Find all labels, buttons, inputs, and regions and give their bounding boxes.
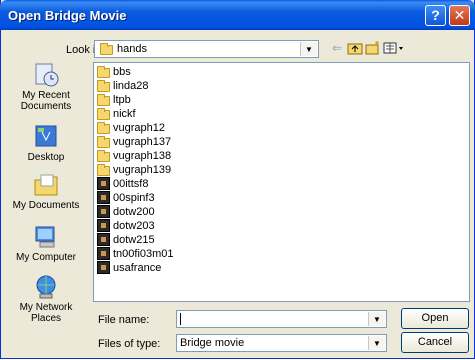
file-type-value: Bridge movie (180, 337, 245, 349)
folder-icon (97, 94, 110, 106)
movie-file-icon (97, 247, 110, 260)
place-label: My Network Places (19, 302, 73, 324)
text-cursor (180, 313, 181, 325)
folder-icon (97, 164, 110, 176)
place-my-network-places[interactable]: My Network Places (5, 274, 87, 324)
movie-file-icon (97, 177, 110, 190)
file-type-dropdown[interactable]: Bridge movie ▼ (176, 334, 387, 352)
views-menu-icon[interactable] (383, 40, 405, 56)
close-button[interactable]: ✕ (449, 5, 470, 26)
my-documents-icon (32, 172, 60, 198)
place-my-recent-documents[interactable]: My Recent Documents (5, 62, 87, 112)
new-folder-icon[interactable] (365, 40, 381, 56)
place-my-documents[interactable]: My Documents (5, 172, 87, 211)
place-desktop[interactable]: Desktop (5, 124, 87, 163)
help-button[interactable]: ? (425, 5, 446, 26)
desktop-icon (32, 124, 60, 150)
look-in-value: hands (117, 43, 147, 55)
movie-file-icon (97, 219, 110, 232)
open-dialog: Open Bridge Movie ? ✕ Look in: hands ▼ ⇐… (0, 0, 475, 359)
network-places-icon (32, 274, 60, 300)
place-label: My Recent Documents (20, 90, 72, 112)
folder-icon (97, 108, 110, 120)
my-computer-icon (32, 224, 60, 250)
back-icon[interactable]: ⇐ (329, 40, 345, 56)
title-bar[interactable]: Open Bridge Movie ? ✕ (0, 0, 475, 30)
file-name-field[interactable]: ▼ (176, 310, 387, 328)
look-in-dropdown[interactable]: hands ▼ (94, 40, 319, 58)
folder-icon (97, 150, 110, 162)
place-label: My Documents (12, 200, 80, 211)
up-folder-icon[interactable] (347, 40, 363, 56)
movie-file-icon (97, 261, 110, 274)
folder-icon (97, 80, 110, 92)
open-button[interactable]: Open (401, 308, 469, 329)
file-name-label: File name: (98, 314, 150, 326)
movie-file-icon (97, 233, 110, 246)
file-type-label: Files of type: (98, 338, 161, 350)
place-label: Desktop (27, 152, 65, 163)
chevron-down-icon[interactable]: ▼ (368, 336, 385, 350)
file-list[interactable]: bbs linda28 ltpb nickf vugraph12 vugraph… (93, 62, 470, 302)
folder-icon (97, 66, 110, 78)
folder-icon (97, 136, 110, 148)
folder-icon (100, 43, 113, 55)
place-my-computer[interactable]: My Computer (5, 224, 87, 263)
place-label: My Computer (15, 252, 76, 263)
folder-icon (97, 122, 110, 134)
chevron-down-icon[interactable]: ▼ (300, 42, 317, 56)
dialog-title: Open Bridge Movie (8, 8, 127, 23)
chevron-down-icon[interactable]: ▼ (368, 312, 385, 326)
movie-file-icon (97, 205, 110, 218)
movie-file-icon (97, 191, 110, 204)
recent-documents-icon (32, 62, 60, 88)
cancel-button[interactable]: Cancel (401, 332, 469, 353)
